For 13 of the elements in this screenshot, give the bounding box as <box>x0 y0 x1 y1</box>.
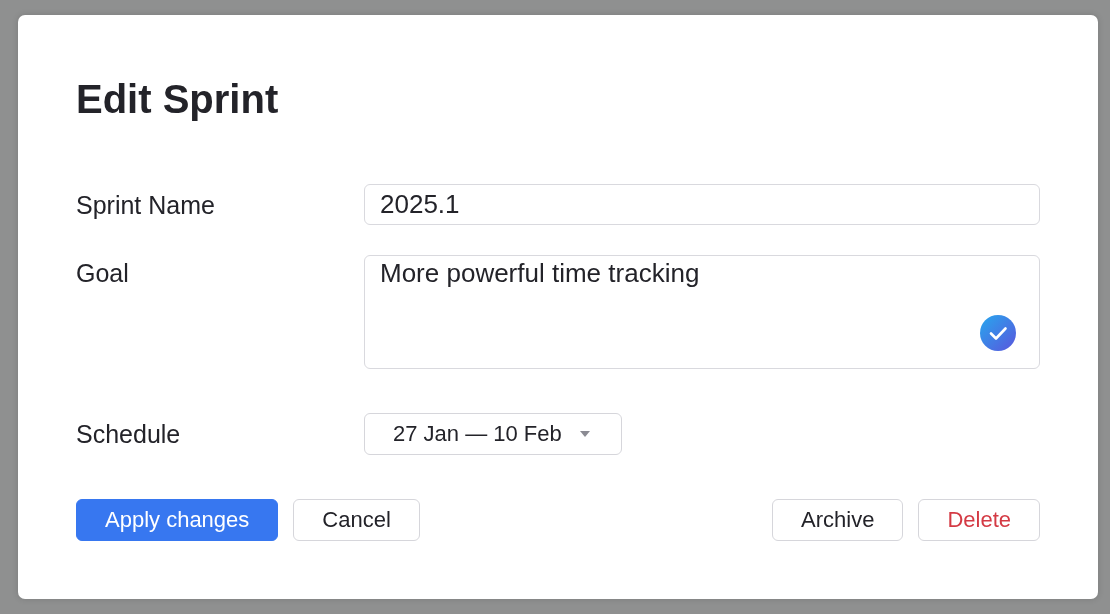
check-icon <box>980 315 1016 351</box>
secondary-button[interactable]: Archive <box>772 499 904 541</box>
field-label: Sprint Name <box>76 189 215 220</box>
field-label: Goal <box>76 258 129 288</box>
textarea-field[interactable]: More powerful time tracking <box>364 255 1040 369</box>
delete-button[interactable]: Delete <box>918 499 1040 541</box>
secondary-button[interactable]: Cancel <box>293 499 420 541</box>
dialog-title: Edit Sprint <box>76 76 279 123</box>
caret-icon <box>579 431 590 437</box>
date-range-dropdown[interactable]: 27 Jan — 10 Feb <box>364 413 622 455</box>
field-label: Schedule <box>76 419 181 449</box>
text-input[interactable]: 2025.1 <box>364 184 1040 225</box>
primary-button[interactable]: Apply changes <box>76 499 279 541</box>
